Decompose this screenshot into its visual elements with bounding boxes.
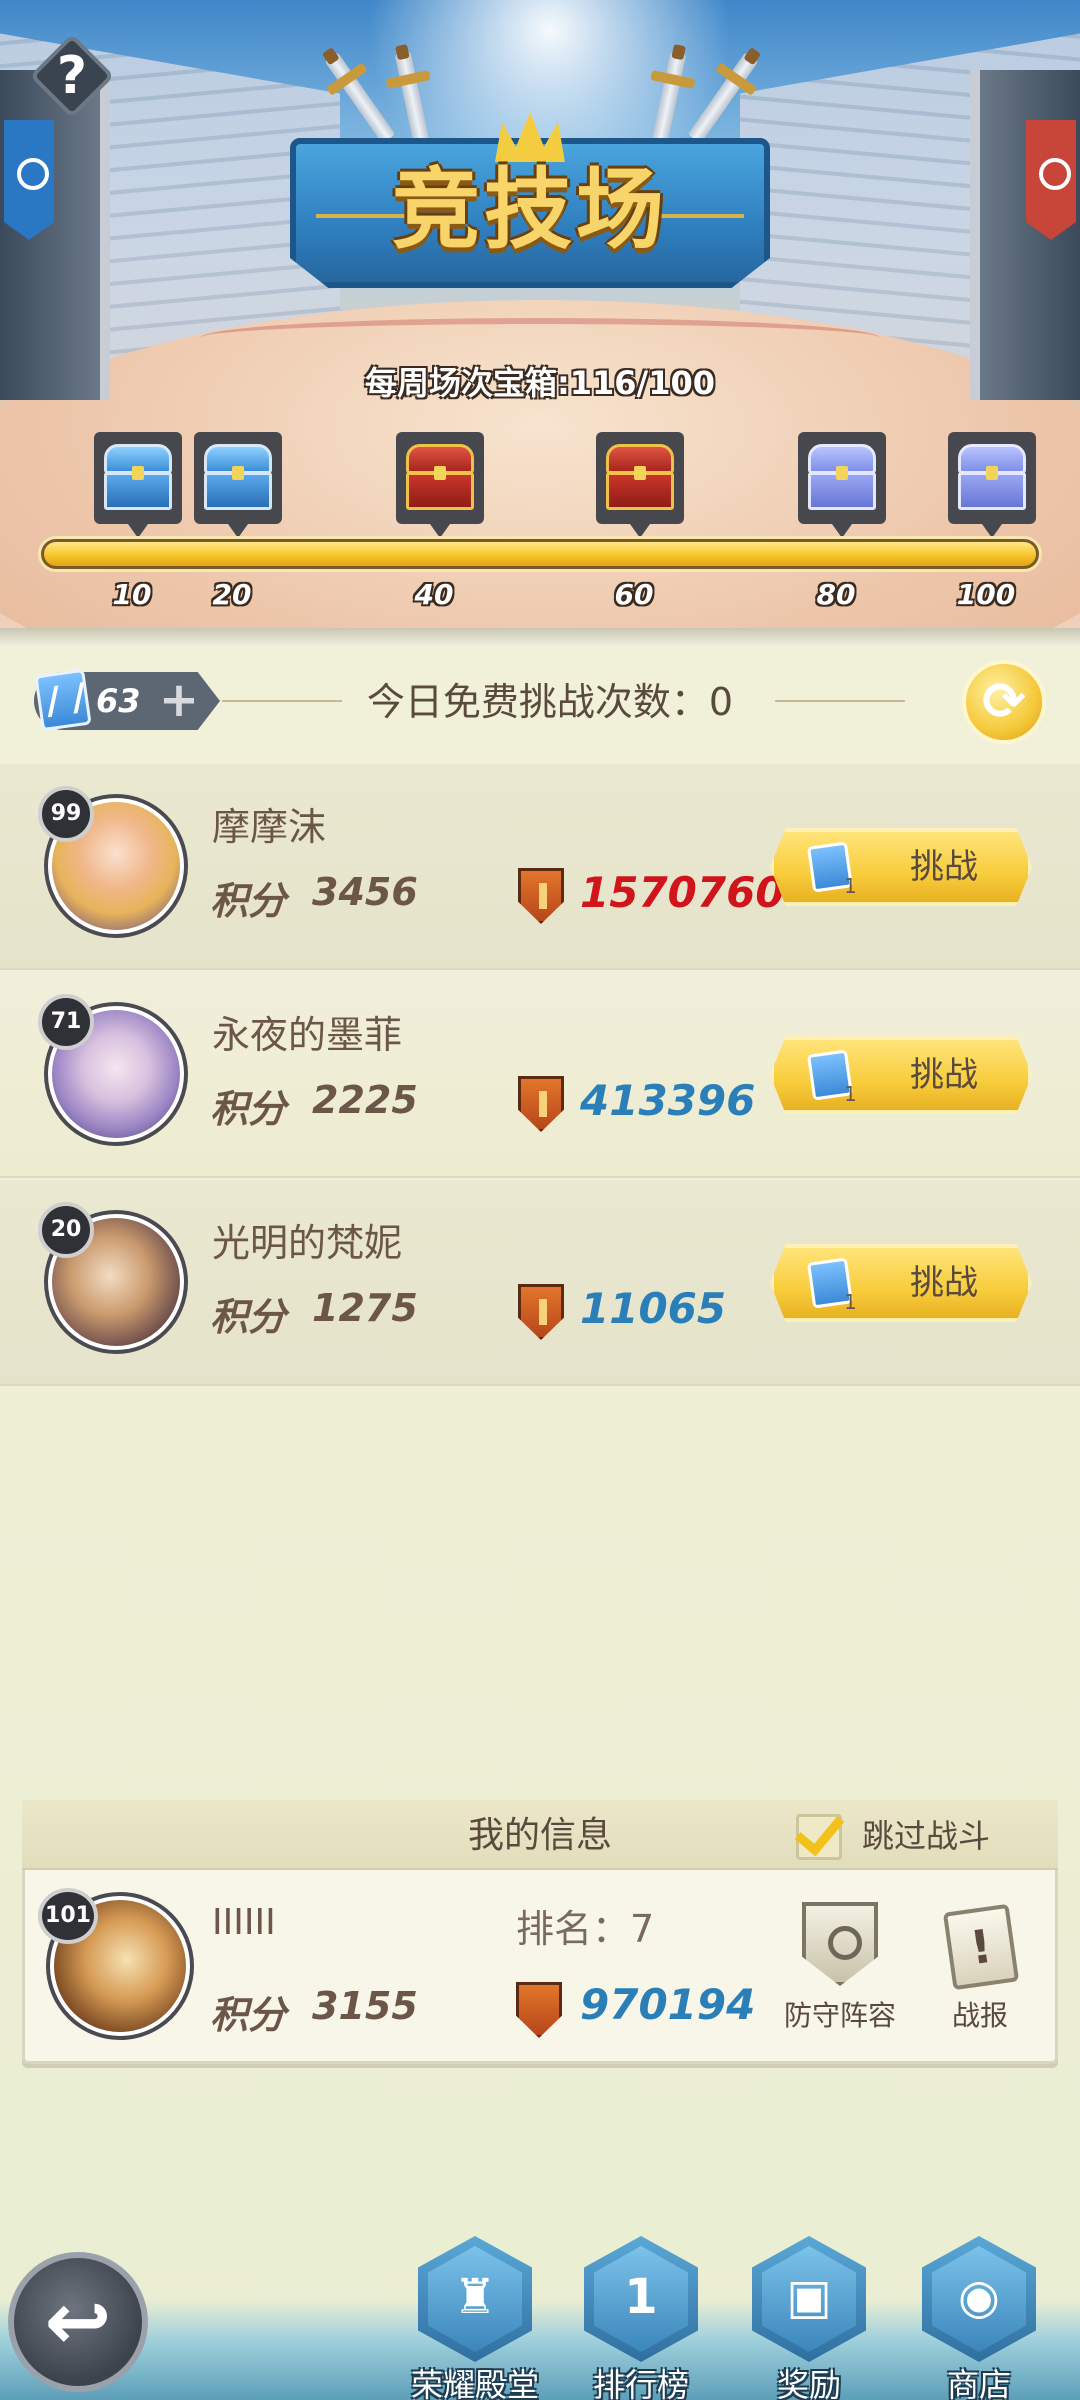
power-shield-icon	[518, 868, 564, 924]
skip-battle-label[interactable]: 跳过战斗	[862, 1808, 1012, 1864]
opponent-row: 71 永夜的墨菲 积分 2225 413396 1 挑战	[0, 972, 1080, 1178]
weekly-progress-bar	[38, 536, 1042, 572]
ticket-cost: 1	[844, 874, 857, 898]
milestone-label: 60	[614, 578, 654, 611]
back-arrow-icon: ↩	[44, 2275, 112, 2368]
hall-of-glory-button[interactable]: ♜ 荣耀殿堂	[410, 2236, 540, 2400]
challenge-button[interactable]: 1 挑战	[770, 1244, 1032, 1322]
chest-100-icon[interactable]	[948, 432, 1036, 538]
chest-80-icon[interactable]	[798, 432, 886, 538]
score-label: 积分	[210, 879, 287, 923]
rank-label: 排名：7	[516, 1907, 655, 1951]
add-ticket-button[interactable]: +	[154, 672, 204, 730]
arena-rim	[200, 318, 880, 358]
report-icon: !	[942, 1903, 1020, 1991]
battle-power: 11065	[580, 1284, 727, 1333]
milestone-label: 10	[112, 578, 152, 611]
shop-button[interactable]: ◉ 商店	[914, 2236, 1044, 2400]
ticket-cost: 1	[844, 1290, 857, 1314]
chest-20-icon[interactable]	[194, 432, 282, 538]
blue-banner	[4, 120, 54, 240]
level-badge: 71	[38, 994, 94, 1050]
back-button[interactable]: ↩	[8, 2252, 148, 2392]
score-value: 3155	[312, 1984, 418, 2028]
red-banner	[1026, 120, 1076, 240]
weekly-chest-label: 每周场次宝箱:116/100	[364, 364, 716, 402]
battle-power: 413396	[580, 1076, 756, 1125]
level-badge: 101	[38, 1888, 98, 1944]
chest-60-icon[interactable]	[596, 432, 684, 538]
level-badge: 99	[38, 786, 94, 842]
nav-label: 荣耀殿堂	[410, 2366, 539, 2400]
milestone-label: 80	[816, 578, 856, 611]
battle-report-label: 战报	[951, 1999, 1008, 2032]
score-label: 积分	[210, 1993, 287, 2037]
divider-line	[775, 700, 905, 702]
shop-glyph: ◉	[958, 2269, 1000, 2325]
page-title: 竞技场	[391, 158, 668, 261]
arena-header: 竞技场 ? 每周场次宝箱:116/100 10 20 40 60 80 100	[0, 0, 1080, 640]
defense-lineup-button[interactable]: 防守阵容	[780, 1898, 900, 2038]
score-value: 2225	[312, 1078, 418, 1122]
score-label: 积分	[210, 1295, 287, 1339]
score-value: 1275	[312, 1286, 418, 1330]
opponent-row: 99 摩摩沫 积分 3456 1570760 1 挑战	[0, 764, 1080, 970]
player-name: IIIIII	[212, 1902, 276, 1943]
refresh-icon: ⟳	[982, 672, 1026, 732]
battle-report-button[interactable]: ! 战报	[920, 1898, 1040, 2038]
milestone-label: 20	[212, 578, 252, 611]
battle-power: 1570760	[580, 868, 785, 917]
defense-lineup-label: 防守阵容	[783, 1999, 896, 2032]
chest-10-icon[interactable]	[94, 432, 182, 538]
nav-label: 商店	[946, 2366, 1011, 2400]
challenge-label: 挑战	[910, 1055, 978, 1095]
leaderboard-button[interactable]: 1 排行榜	[576, 2236, 706, 2400]
score-label: 积分	[210, 1087, 287, 1131]
nav-label: 排行榜	[592, 2366, 689, 2400]
battle-power: 970194	[580, 1980, 756, 2029]
opponent-row: 20 光明的梵妮 积分 1275 11065 1 挑战	[0, 1180, 1080, 1386]
opponent-name: 摩摩沫	[212, 805, 327, 849]
ticket-cost: 1	[844, 1082, 857, 1106]
arena-screen: 竞技场 ? 每周场次宝箱:116/100 10 20 40 60 80 100 …	[0, 0, 1080, 2400]
question-icon: ?	[56, 46, 88, 106]
refresh-opponents-button[interactable]: ⟳	[962, 660, 1046, 744]
ticket-count: 63	[96, 682, 141, 720]
power-shield-icon	[518, 1076, 564, 1132]
challenge-label: 挑战	[910, 1263, 978, 1303]
ticket-icon	[34, 668, 92, 732]
my-info-title: 我的信息	[467, 1815, 612, 1856]
gate-right	[970, 70, 1080, 400]
power-shield-icon	[518, 1284, 564, 1340]
score-value: 3456	[312, 870, 418, 914]
hall-glyph: ♜	[453, 2269, 497, 2325]
nav-label: 奖励	[776, 2366, 841, 2400]
milestone-label: 40	[414, 578, 454, 611]
challenge-label: 挑战	[910, 847, 978, 887]
shield-icon	[802, 1902, 878, 1986]
chest-40-icon[interactable]	[396, 432, 484, 538]
leaderboard-glyph: 1	[624, 2269, 658, 2325]
divider-line	[222, 700, 342, 702]
rewards-button[interactable]: ▣ 奖励	[744, 2236, 874, 2400]
opponent-name: 永夜的墨菲	[212, 1013, 403, 1057]
challenge-button[interactable]: 1 挑战	[770, 1036, 1032, 1114]
skip-battle-checkbox[interactable]	[790, 1808, 842, 1860]
milestone-label: 100	[956, 578, 1016, 611]
header-divider	[0, 628, 1080, 646]
help-button[interactable]: ?	[28, 32, 116, 120]
level-badge: 20	[38, 1202, 94, 1258]
opponent-name: 光明的梵妮	[212, 1221, 403, 1265]
weekly-progress-fill	[44, 542, 1036, 566]
gift-glyph: ▣	[786, 2269, 832, 2325]
free-challenges-label: 今日免费挑战次数：0	[366, 680, 734, 724]
challenge-button[interactable]: 1 挑战	[770, 828, 1032, 906]
